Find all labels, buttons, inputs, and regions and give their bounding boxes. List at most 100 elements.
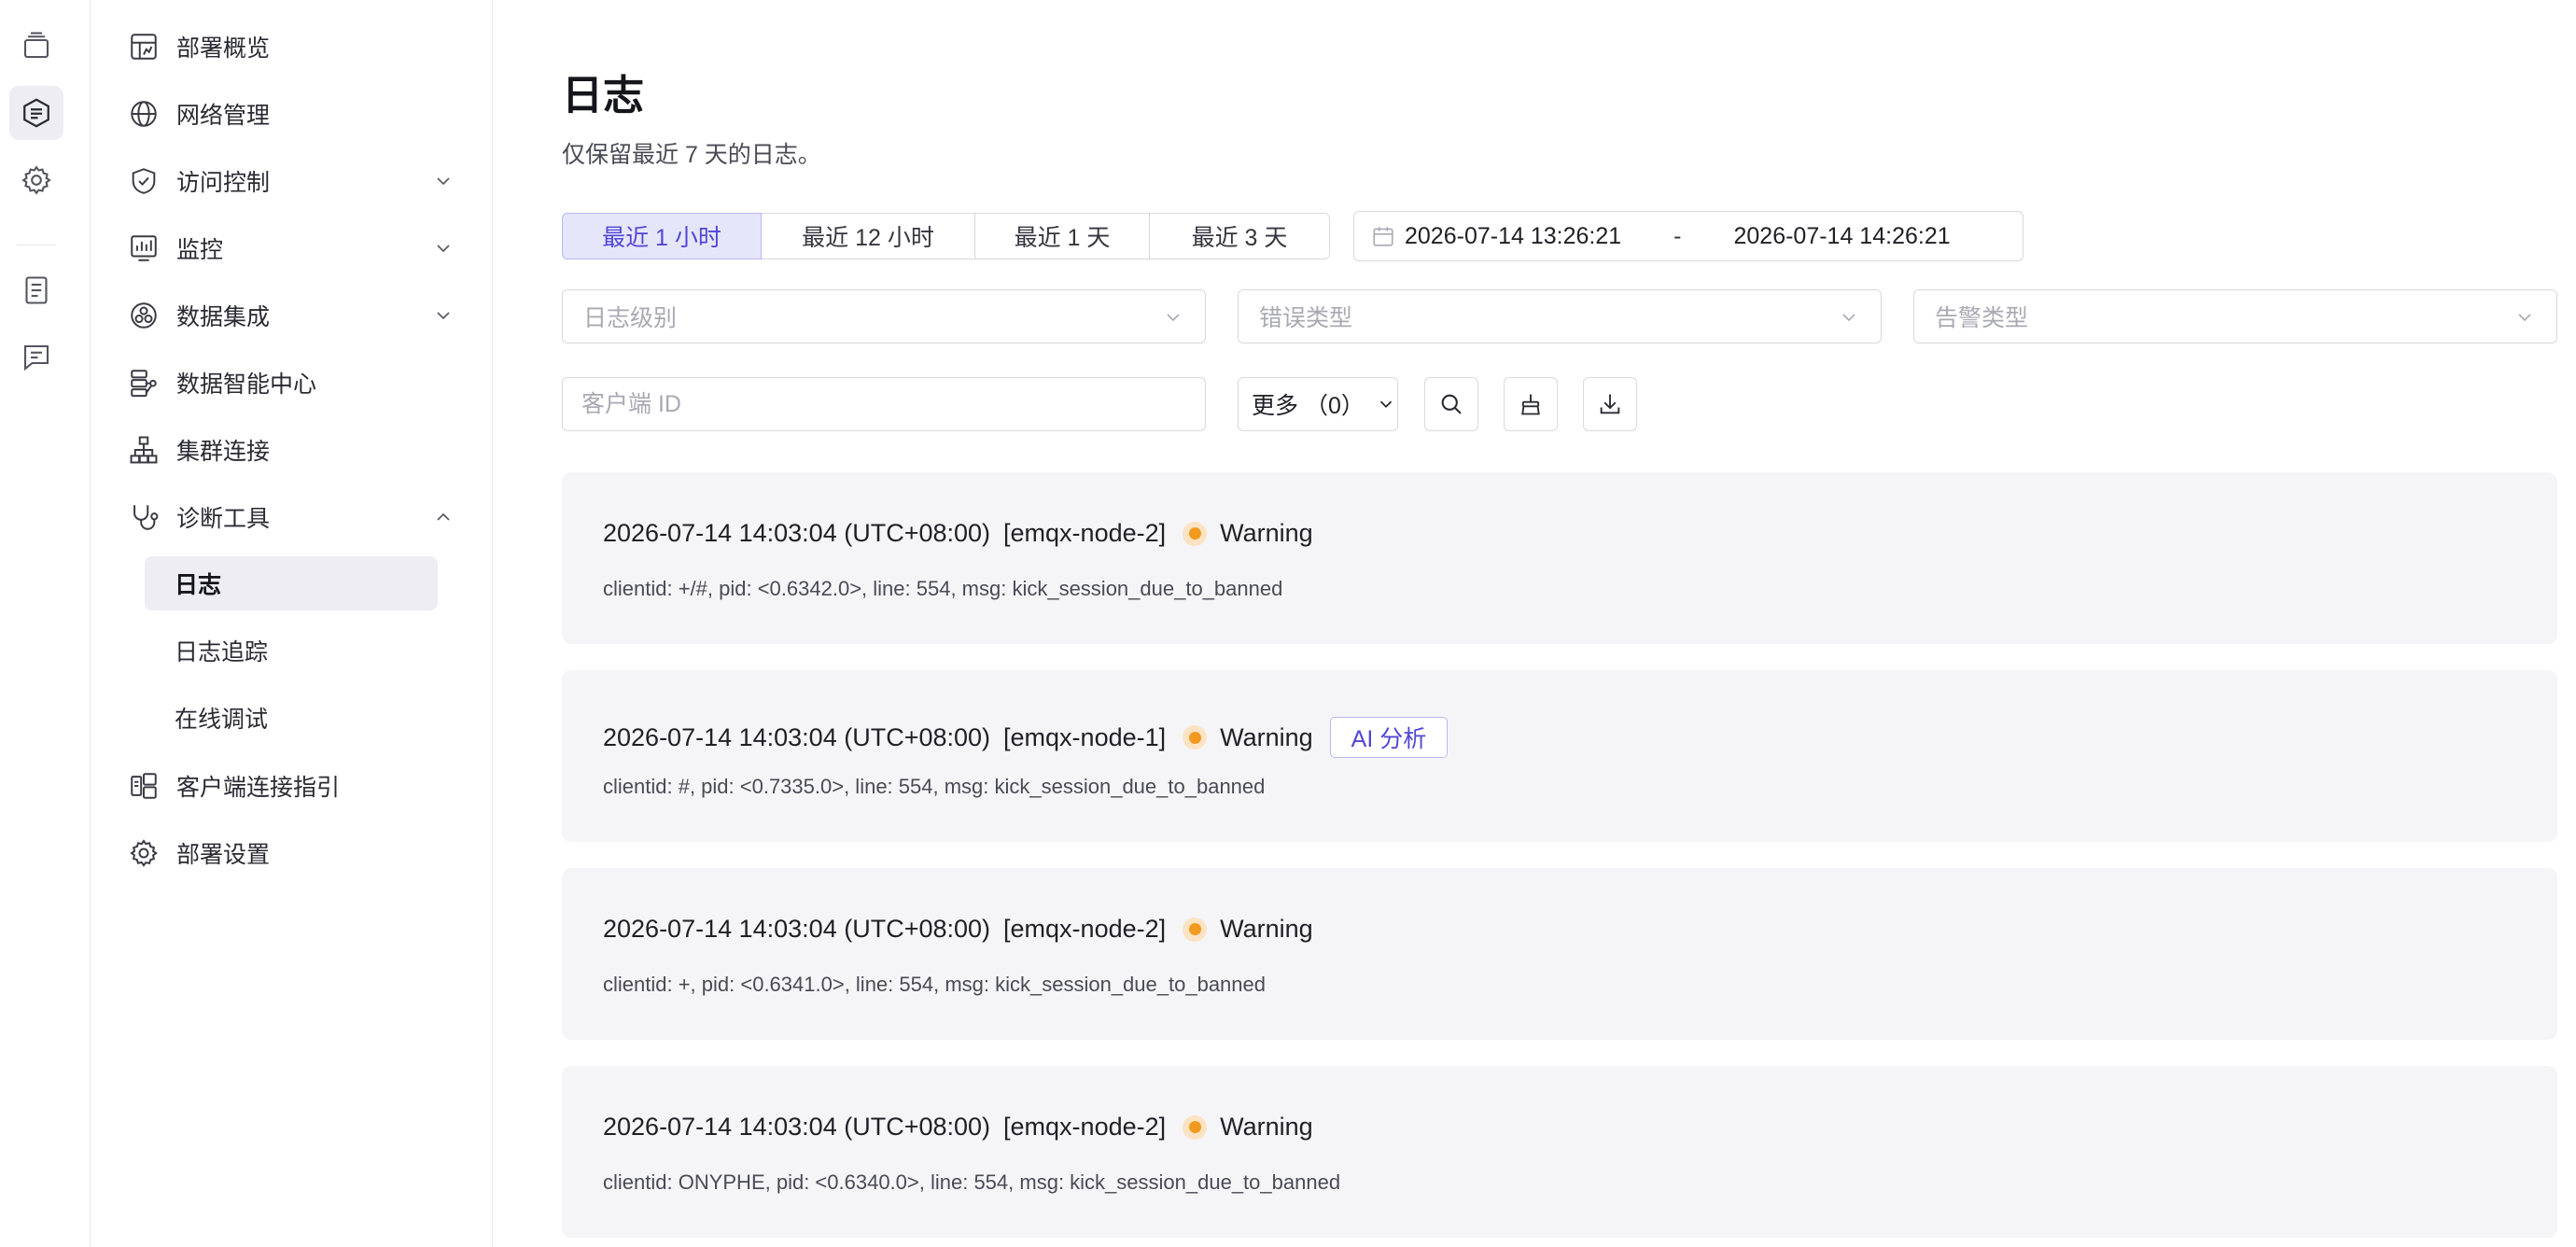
range-3-days-button[interactable]: 最近 3 天 xyxy=(1149,213,1330,259)
alarm-type-placeholder: 告警类型 xyxy=(1935,305,2029,331)
nav-item-network[interactable]: 网络管理 xyxy=(128,86,539,142)
range-1-day-button[interactable]: 最近 1 天 xyxy=(974,213,1150,259)
search-button[interactable] xyxy=(1424,377,1478,431)
nav-item-client-guide[interactable]: 客户端连接指引 xyxy=(128,758,539,814)
monitor-chart-icon xyxy=(131,235,157,261)
nav-item-label: 数据智能中心 xyxy=(176,371,317,398)
page-subtitle: 仅保留最近 7 天的日志。 xyxy=(562,142,821,168)
log-message: clientid: +/#, pid: <0.6342.0>, line: 55… xyxy=(603,577,1283,600)
deployments-rail-button[interactable] xyxy=(9,19,63,73)
range-separator: - xyxy=(1673,222,1682,249)
clear-filters-button[interactable] xyxy=(1504,377,1558,431)
client-id-input[interactable] xyxy=(562,377,1206,431)
integration-icon xyxy=(131,302,157,329)
warning-status-dot xyxy=(1183,1114,1208,1140)
shield-icon xyxy=(132,168,156,194)
nav-item-label: 网络管理 xyxy=(176,103,271,129)
log-time: 2026-07-14 14:03:04 (UTC+08:00) xyxy=(603,722,991,751)
gear-icon xyxy=(130,839,158,867)
log-time: 2026-07-14 14:03:04 (UTC+08:00) xyxy=(603,519,991,547)
network-icon xyxy=(131,101,157,127)
error-type-placeholder: 错误类型 xyxy=(1259,305,1353,331)
dashboard-icon xyxy=(131,34,157,60)
nav-item-cluster-linking[interactable]: 集群连接 xyxy=(128,422,539,478)
page-title: 日志 xyxy=(562,73,644,119)
sidebar-subitem-online-debug[interactable]: 在线调试 xyxy=(145,691,438,745)
calendar-icon xyxy=(1373,227,1393,246)
log-node: [emqx-node-2] xyxy=(1003,915,1167,943)
chevron-down-icon xyxy=(1379,400,1392,408)
chevron-down-icon xyxy=(1167,314,1180,322)
error-type-select[interactable]: 错误类型 xyxy=(1238,289,1882,343)
subitem-label: 日志追踪 xyxy=(175,639,269,666)
stack-icon xyxy=(23,32,49,59)
more-filters-label: 更多 （0） xyxy=(1252,393,1365,419)
message-icon xyxy=(23,344,49,371)
range-start[interactable]: 2026-07-14 13:26:21 xyxy=(1405,223,1621,250)
nav-item-label: 客户端连接指引 xyxy=(176,775,341,801)
log-level: Warning xyxy=(1220,915,1313,943)
deployment-icon xyxy=(23,98,49,128)
log-level: Warning xyxy=(1220,722,1313,751)
log-level: Warning xyxy=(1220,519,1313,547)
range-end[interactable]: 2026-07-14 14:26:21 xyxy=(1733,223,1950,250)
nav-item-deployment-settings[interactable]: 部署设置 xyxy=(128,825,539,881)
download-icon xyxy=(1600,394,1620,414)
log-level-placeholder: 日志级别 xyxy=(583,305,678,331)
nav-item-overview[interactable]: 部署概览 xyxy=(128,19,539,75)
nav-item-label: 数据集成 xyxy=(176,304,271,330)
chevron-down-icon xyxy=(2518,314,2531,322)
chevron-down-icon xyxy=(437,245,450,253)
nav-item-label: 诊断工具 xyxy=(176,506,271,532)
more-filters-dropdown[interactable]: 更多 （0） xyxy=(1238,377,1398,431)
nav-item-data-integration[interactable]: 数据集成 xyxy=(128,287,539,343)
sidebar-subitem-logs[interactable]: 日志 xyxy=(145,556,438,610)
log-entry: 2026-07-14 14:03:04 (UTC+08:00) [emqx-no… xyxy=(562,670,2557,842)
log-node: [emqx-node-1] xyxy=(1003,722,1167,751)
main-content: 日志 仅保留最近 7 天的日志。 最近 1 小时 最近 12 小时 最近 1 天… xyxy=(493,0,2576,1247)
log-node: [emqx-node-2] xyxy=(1003,1113,1167,1141)
log-node: [emqx-node-2] xyxy=(1003,519,1167,547)
gear-icon xyxy=(21,165,51,195)
subitem-label: 日志 xyxy=(175,572,222,598)
log-level-select[interactable]: 日志级别 xyxy=(562,289,1206,343)
icon-rail xyxy=(0,0,91,1247)
download-button[interactable] xyxy=(1583,377,1637,431)
time-range-segmented-control: 最近 1 小时 最近 12 小时 最近 1 天 最近 3 天 xyxy=(562,213,1330,259)
chevron-down-icon xyxy=(1842,314,1855,322)
log-message: clientid: ONYPHE, pid: <0.6340.0>, line:… xyxy=(603,1170,1341,1194)
subitem-label: 在线调试 xyxy=(175,707,269,733)
stethoscope-icon xyxy=(133,505,159,530)
search-icon xyxy=(1441,394,1462,414)
chevron-down-icon xyxy=(437,312,450,320)
client-guide-icon xyxy=(131,773,157,799)
nav-sidebar: 部署概览 网络管理 访问控制 监控 数据集成 数据智能中心 集群连接 诊断工具 … xyxy=(91,0,493,1247)
nav-item-access-control[interactable]: 访问控制 xyxy=(128,153,539,209)
log-time: 2026-07-14 14:03:04 (UTC+08:00) xyxy=(603,915,991,943)
chevron-down-icon xyxy=(437,177,450,186)
ai-analysis-button[interactable]: AI 分析 xyxy=(1329,717,1449,758)
alarm-type-select[interactable]: 告警类型 xyxy=(1913,289,2557,343)
deployment-rail-button[interactable] xyxy=(9,86,63,140)
log-level: Warning xyxy=(1220,1113,1313,1141)
feedback-rail-button[interactable] xyxy=(9,330,63,385)
log-entry: 2026-07-14 14:03:04 (UTC+08:00) [emqx-no… xyxy=(562,868,2557,1040)
nav-item-label: 访问控制 xyxy=(176,170,271,196)
log-message: clientid: +, pid: <0.6341.0>, line: 554,… xyxy=(603,973,1266,996)
settings-rail-button[interactable] xyxy=(9,153,63,207)
nav-item-label: 集群连接 xyxy=(176,439,271,465)
nav-item-diagnostics[interactable]: 诊断工具 xyxy=(128,489,539,545)
nav-item-monitoring[interactable]: 监控 xyxy=(128,220,539,276)
cluster-icon xyxy=(130,436,158,464)
range-1-hour-button[interactable]: 最近 1 小时 xyxy=(562,213,762,259)
sidebar-subitem-log-trace[interactable]: 日志追踪 xyxy=(145,624,438,678)
date-range-picker[interactable]: 2026-07-14 13:26:21 - 2026-07-14 14:26:2… xyxy=(1353,211,2023,261)
clear-broom-icon xyxy=(1521,394,1540,415)
warning-status-dot xyxy=(1183,725,1208,750)
nav-item-data-intelligence[interactable]: 数据智能中心 xyxy=(128,355,539,411)
docs-rail-button[interactable] xyxy=(9,263,63,317)
range-12-hours-button[interactable]: 最近 12 小时 xyxy=(761,213,975,259)
log-entry: 2026-07-14 14:03:04 (UTC+08:00) [emqx-no… xyxy=(562,472,2557,644)
chevron-up-icon xyxy=(437,512,450,521)
log-message: clientid: #, pid: <0.7335.0>, line: 554,… xyxy=(603,775,1266,798)
